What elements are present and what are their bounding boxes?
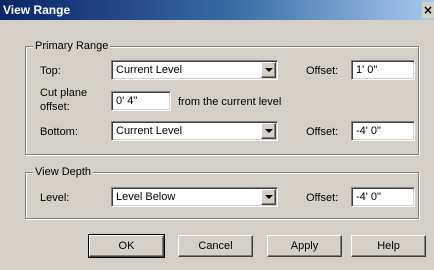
depth-level-value: Level Below [116,191,176,203]
view-depth-title: View Depth [33,165,94,179]
window-title: View Range [3,3,71,17]
top-offset-input[interactable]: 1' 0" [351,60,415,80]
top-label: Top: [40,65,61,77]
ok-button[interactable]: OK [88,234,165,258]
bottom-level-select[interactable]: Current Level [111,121,278,141]
chevron-down-icon[interactable] [261,123,276,139]
cut-plane-offset-input[interactable]: 0' 4" [111,91,171,111]
cut-plane-label: Cut plane offset: [40,86,87,114]
top-offset-label: Offset: [306,65,339,77]
level-label: Level: [40,192,70,204]
cut-plane-label-line1: Cut plane [40,87,88,99]
top-level-value: Current Level [116,64,183,76]
depth-offset-input[interactable]: -4' 0" [351,187,415,207]
cancel-button[interactable]: Cancel [178,235,253,257]
bottom-offset-input[interactable]: -4' 0" [351,121,415,141]
depth-offset-label: Offset: [306,192,339,204]
chevron-down-icon[interactable] [261,189,276,205]
primary-range-title: Primary Range [33,39,111,53]
chevron-down-icon[interactable] [261,62,276,78]
top-level-select[interactable]: Current Level [111,60,278,80]
bottom-offset-label: Offset: [306,126,339,138]
close-button[interactable]: × [422,2,434,18]
bottom-level-value: Current Level [116,125,183,137]
help-button[interactable]: Help [351,235,426,257]
title-bar: View Range × [0,0,434,20]
cut-plane-suffix: from the current level [178,96,282,108]
bottom-label: Bottom: [40,126,78,138]
apply-button[interactable]: Apply [267,235,342,257]
cut-plane-label-line2: offset: [40,101,70,113]
depth-level-select[interactable]: Level Below [111,187,278,207]
